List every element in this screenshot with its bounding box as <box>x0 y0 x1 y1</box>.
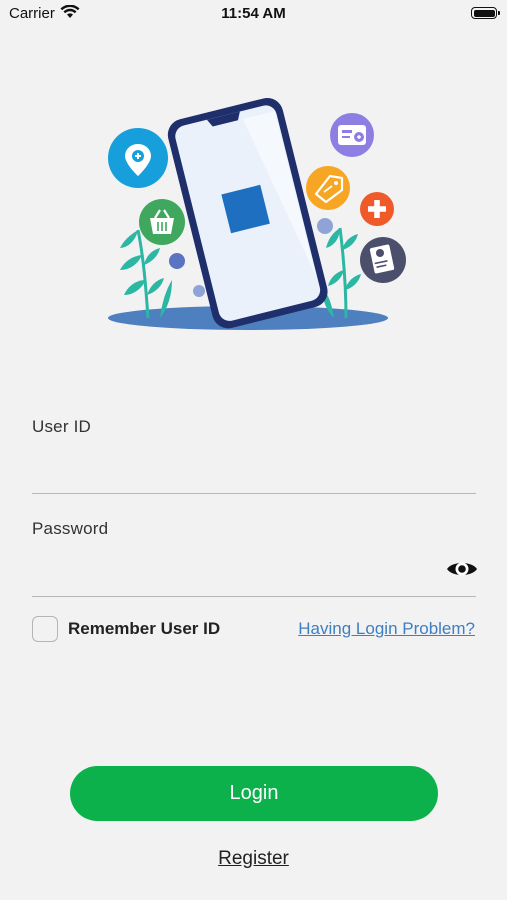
hero-illustration <box>100 90 410 340</box>
remember-user-id-checkbox[interactable] <box>32 616 58 642</box>
password-input[interactable] <box>32 560 476 597</box>
medical-cross-icon <box>360 192 394 226</box>
user-id-label: User ID <box>32 417 92 436</box>
remember-user-id-label: Remember User ID <box>68 619 221 638</box>
login-button[interactable]: Login <box>70 766 438 821</box>
status-bar: Carrier 11:54 AM <box>0 0 507 30</box>
battery-icon <box>471 7 500 19</box>
price-tag-icon <box>306 166 350 210</box>
right-plant-icon <box>322 227 361 319</box>
show-password-icon[interactable] <box>446 558 478 580</box>
user-id-input[interactable] <box>32 457 476 494</box>
receipt-icon <box>360 237 406 283</box>
register-link[interactable]: Register <box>0 848 507 870</box>
phone-icon <box>167 97 328 329</box>
clock: 11:54 AM <box>221 5 286 22</box>
password-label: Password <box>32 519 109 538</box>
id-card-icon <box>330 113 374 157</box>
login-problem-link[interactable]: Having Login Problem? <box>298 619 475 639</box>
location-pin-icon <box>108 128 168 188</box>
shopping-basket-icon <box>139 199 185 245</box>
